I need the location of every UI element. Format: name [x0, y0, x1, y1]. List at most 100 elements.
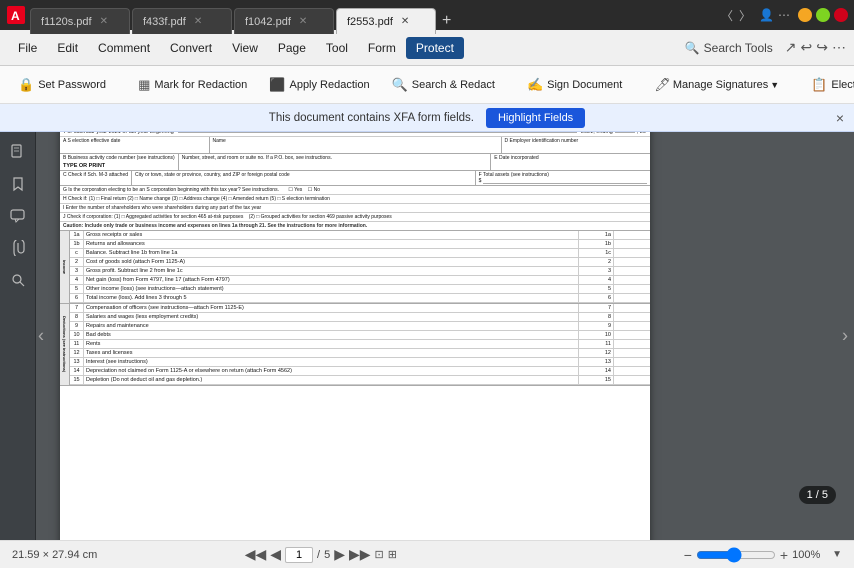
apply-redaction-button[interactable]: ⬛ Apply Redaction — [259, 73, 379, 97]
last-page-button[interactable]: ▶▶ — [349, 546, 371, 563]
mark-redaction-label: Mark for Redaction — [154, 79, 247, 91]
menu-edit[interactable]: Edit — [47, 37, 88, 59]
undo-icon[interactable]: ↩ — [801, 39, 813, 56]
field-name: Name — [210, 137, 502, 153]
sidebar-comments-icon[interactable] — [6, 204, 30, 228]
menu-page[interactable]: Page — [268, 37, 316, 59]
menu-protect[interactable]: Protect — [406, 37, 464, 59]
menu-file[interactable]: File — [8, 37, 47, 59]
first-page-button[interactable]: ◀◀ — [245, 546, 267, 563]
tab-scroll-right[interactable]: 〉 — [737, 7, 753, 24]
deduction-row: 14 Depreciation not claimed on Form 1125… — [70, 367, 650, 376]
tab-close[interactable]: ✕ — [194, 16, 202, 27]
income-row: 2 Cost of goods sold (attach Form 1125-A… — [70, 258, 650, 267]
field-d: D Employer identification number — [502, 137, 651, 153]
sidebar-search-icon[interactable] — [6, 268, 30, 292]
tab-f433f[interactable]: f433f.pdf ✕ — [132, 8, 232, 34]
prev-page-button[interactable]: ◀ — [270, 546, 281, 563]
menu-form[interactable]: Form — [358, 37, 406, 59]
income-row: 5 Other income (loss) (see instructions—… — [70, 285, 650, 294]
tab-label: f1120s.pdf — [41, 16, 92, 28]
window-profile[interactable]: 👤 — [759, 8, 774, 22]
ending-year: , 20 — [637, 132, 646, 135]
zoom-dropdown-button[interactable]: ▼ — [832, 549, 842, 560]
mark-for-redaction-button[interactable]: ▦ Mark for Redaction — [128, 73, 257, 97]
search-tools-label: Search Tools — [704, 41, 773, 55]
search-redact-button[interactable]: 🔍 Search & Redact — [382, 73, 505, 97]
notification-close[interactable]: × — [836, 110, 844, 126]
manage-signatures-button[interactable]: 🖊 Manage Signatures ▼ — [644, 73, 789, 97]
svg-text:A: A — [11, 9, 20, 23]
menu-tool[interactable]: Tool — [316, 37, 358, 59]
app-icon: A — [6, 5, 26, 25]
menu-right: 🔍 Search Tools ↗ ↩ ↪ ⋯ — [677, 37, 846, 59]
redo-icon[interactable]: ↪ — [816, 39, 828, 56]
manage-signatures-label: Manage Signatures — [673, 79, 768, 91]
sidebar-bookmarks-icon[interactable] — [6, 172, 30, 196]
set-password-button[interactable]: 🔒 Set Password — [8, 73, 116, 97]
year-ending: 2021, ending — [581, 132, 613, 135]
tab-label: f2553.pdf — [347, 16, 393, 28]
page-right-arrow[interactable]: › — [842, 326, 848, 347]
sign-document-button[interactable]: ✍ Sign Document — [517, 73, 632, 97]
tab-f2553[interactable]: f2553.pdf ✕ — [336, 8, 436, 34]
field-b: B Business activity code number (see ins… — [60, 154, 179, 170]
share-icon[interactable]: ↗ — [785, 39, 797, 56]
maximize-button[interactable] — [816, 8, 830, 22]
window-controls — [798, 8, 848, 22]
next-page-button[interactable]: ▶ — [334, 546, 345, 563]
title-bar: A f1120s.pdf ✕ f433f.pdf ✕ f1042.pdf ✕ f… — [0, 0, 854, 30]
redaction-apply-icon: ⬛ — [269, 77, 285, 93]
apply-redaction-label: Apply Redaction — [289, 79, 369, 91]
search-tools-button[interactable]: 🔍 Search Tools — [677, 37, 781, 59]
electronic-button[interactable]: 📋 Electro... — [801, 73, 854, 97]
notification-message: This document contains XFA form fields. — [269, 112, 474, 124]
page-badge: 1 / 5 — [799, 486, 836, 504]
pdf-viewer: Form Form 1120-S Department of the Treas… — [36, 132, 854, 540]
sidebar-pages-icon[interactable] — [6, 140, 30, 164]
more-icon[interactable]: ⋯ — [832, 39, 846, 56]
tab-f1120s[interactable]: f1120s.pdf ✕ — [30, 8, 130, 34]
menu-convert[interactable]: Convert — [160, 37, 222, 59]
tab-close[interactable]: ✕ — [401, 16, 409, 27]
deduction-row: 8 Salaries and wages (less employment cr… — [70, 313, 650, 322]
protect-toolbar: 🔒 Set Password ▦ Mark for Redaction ⬛ Ap… — [0, 66, 854, 104]
menu-comment[interactable]: Comment — [88, 37, 160, 59]
field-c: C Check if Sch. M-3 attached — [60, 171, 132, 185]
tab-f1042[interactable]: f1042.pdf ✕ — [234, 8, 334, 34]
zoom-slider[interactable] — [696, 547, 776, 563]
field-e: E Date incorporated — [491, 154, 650, 170]
income-row: 6 Total income (loss). Add lines 3 throu… — [70, 294, 650, 303]
type-print-label: TYPE OR PRINT — [63, 163, 175, 169]
page-left-arrow[interactable]: ‹ — [38, 326, 44, 347]
total-pages: 5 — [324, 549, 330, 561]
current-page-input[interactable] — [285, 547, 313, 563]
year-label: For calendar year 2021 or tax year begin… — [64, 132, 174, 135]
tab-close[interactable]: ✕ — [299, 16, 307, 27]
highlight-fields-button[interactable]: Highlight Fields — [486, 108, 585, 128]
main-area: ‹ Form Form 1120-S Department of the Tre… — [0, 132, 854, 540]
redaction-mark-icon: ▦ — [138, 77, 150, 93]
fit-width-button[interactable]: ⊞ — [388, 548, 397, 561]
sidebar-attachments-icon[interactable] — [6, 236, 30, 260]
zoom-in-button[interactable]: + — [780, 547, 788, 563]
question-g: G Is the corporation electing to be an S… — [60, 186, 650, 195]
deduction-row: 13 Interest (see instructions) 13 — [70, 358, 650, 367]
tabs-area: f1120s.pdf ✕ f433f.pdf ✕ f1042.pdf ✕ f25… — [30, 0, 719, 30]
tab-scroll-left[interactable]: 〈 — [719, 7, 735, 24]
zoom-controls: − + 100% ▼ — [684, 547, 842, 563]
tab-scroll-arrows: 〈 〉 — [719, 7, 753, 24]
menu-view[interactable]: View — [222, 37, 268, 59]
income-row: 3 Gross profit. Subtract line 2 from lin… — [70, 267, 650, 276]
fit-page-button[interactable]: ⊡ — [375, 548, 384, 561]
close-button[interactable] — [834, 8, 848, 22]
window-share[interactable]: ⋯ — [778, 8, 790, 22]
sign-document-label: Sign Document — [547, 79, 622, 91]
electronic-icon: 📋 — [811, 77, 827, 93]
new-tab-button[interactable]: + — [438, 12, 455, 30]
zoom-out-button[interactable]: − — [684, 547, 692, 563]
deduction-row: 7 Compensation of officers (see instruct… — [70, 304, 650, 313]
minimize-button[interactable] — [798, 8, 812, 22]
tab-close[interactable]: ✕ — [100, 16, 108, 27]
pdf-page: Form Form 1120-S Department of the Treas… — [60, 132, 650, 540]
